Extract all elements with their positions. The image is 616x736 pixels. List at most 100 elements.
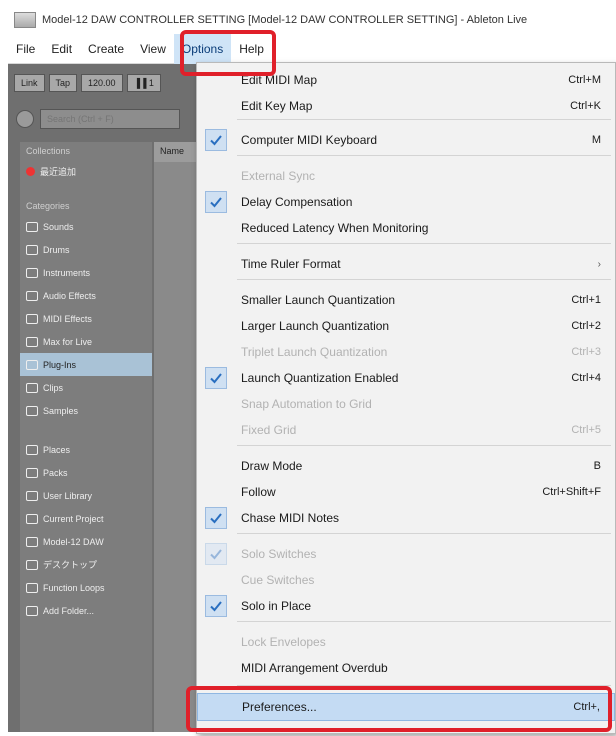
menu-item-solo-switches: Solo Switches [197, 541, 615, 567]
menu-item-label: Draw Mode [241, 459, 303, 473]
menu-item-edit-key-map[interactable]: Edit Key Map Ctrl+K [197, 93, 615, 119]
place-current-project[interactable]: Current Project [20, 507, 152, 530]
menu-item-delay-compensation[interactable]: Delay Compensation [197, 189, 615, 215]
place-desktop[interactable]: デスクトップ [20, 553, 152, 576]
tap-button[interactable]: Tap [48, 74, 78, 92]
user-icon [26, 490, 38, 501]
menu-separator [237, 621, 611, 622]
category-sounds[interactable]: Sounds [20, 215, 152, 238]
search-row [8, 106, 198, 132]
menu-separator [237, 279, 611, 280]
menu-item-shortcut: Ctrl+5 [571, 424, 601, 436]
menu-item-launch-quantization-enabled[interactable]: Launch Quantization Enabled Ctrl+4 [197, 365, 615, 391]
menu-create[interactable]: Create [80, 34, 132, 64]
menu-item-smaller-launch-quantization[interactable]: Smaller Launch Quantization Ctrl+1 [197, 287, 615, 313]
menu-item-midi-arrangement-overdub[interactable]: MIDI Arrangement Overdub [197, 655, 615, 681]
menu-item-draw-mode[interactable]: Draw Mode B [197, 453, 615, 479]
menu-item-shortcut: Ctrl+K [570, 100, 601, 112]
app-icon [14, 12, 36, 28]
menu-item-label: Edit Key Map [241, 99, 313, 113]
place-label: Current Project [43, 513, 104, 524]
places-heading: Places [20, 438, 152, 461]
menu-item-label: Fixed Grid [241, 423, 297, 437]
place-function-loops[interactable]: Function Loops [20, 576, 152, 599]
note-icon [26, 221, 38, 232]
menu-edit[interactable]: Edit [43, 34, 80, 64]
menu-separator [237, 243, 611, 244]
menu-item-label: Snap Automation to Grid [241, 397, 372, 411]
menu-item-external-sync: External Sync [197, 163, 615, 189]
menu-view[interactable]: View [132, 34, 174, 64]
category-label: Drums [43, 244, 70, 255]
category-clips[interactable]: Clips [20, 376, 152, 399]
menu-file[interactable]: File [8, 34, 43, 64]
category-drums[interactable]: Drums [20, 238, 152, 261]
meter-field[interactable]: ▐▐ 1 [126, 74, 161, 92]
menu-item-shortcut: Ctrl+3 [571, 346, 601, 358]
menu-item-computer-midi-keyboard[interactable]: Computer MIDI Keyboard M [197, 127, 615, 153]
transport-toolbar: Link Tap 120.00 ▐▐ 1 [8, 68, 161, 98]
menu-item-solo-in-place[interactable]: Solo in Place [197, 593, 615, 619]
place-packs[interactable]: Packs [20, 461, 152, 484]
browser-toggle-button[interactable] [16, 110, 34, 128]
category-label: Audio Effects [43, 290, 96, 301]
category-max-for-live[interactable]: Max for Live [20, 330, 152, 353]
category-label: MIDI Effects [43, 313, 92, 324]
folder-icon [26, 536, 38, 547]
max-icon [26, 336, 38, 347]
menu-item-follow[interactable]: Follow Ctrl+Shift+F [197, 479, 615, 505]
menu-item-shortcut: Ctrl+M [568, 74, 601, 86]
menu-item-shortcut: B [593, 460, 601, 472]
tempo-field[interactable]: 120.00 [81, 74, 123, 92]
menu-item-larger-launch-quantization[interactable]: Larger Launch Quantization Ctrl+2 [197, 313, 615, 339]
browser-sidebar: Collections 最近追加 Categories Sounds Drums… [20, 142, 152, 732]
places-icon [26, 444, 38, 455]
place-add-folder[interactable]: Add Folder... [20, 599, 152, 622]
preferences-highlight-box [186, 686, 612, 732]
place-model-12[interactable]: Model-12 DAW [20, 530, 152, 553]
menu-item-time-ruler-format[interactable]: Time Ruler Format › [197, 251, 615, 277]
package-icon [26, 467, 38, 478]
category-instruments[interactable]: Instruments [20, 261, 152, 284]
menu-separator [237, 155, 611, 156]
menu-item-fixed-grid: Fixed Grid Ctrl+5 [197, 417, 615, 443]
menu-item-chase-midi-notes[interactable]: Chase MIDI Notes [197, 505, 615, 531]
title-bar: Model-12 DAW CONTROLLER SETTING [Model-1… [8, 6, 616, 34]
category-midi-effects[interactable]: MIDI Effects [20, 307, 152, 330]
category-plug-ins[interactable]: Plug-Ins [20, 353, 152, 376]
menu-item-label: External Sync [241, 169, 316, 183]
options-dropdown-menu: Edit MIDI Map Ctrl+M Edit Key Map Ctrl+K Com… [196, 62, 616, 734]
menu-item-label: Lock Envelopes [241, 635, 326, 649]
menu-item-label: Larger Launch Quantization [241, 319, 390, 333]
folder-icon [26, 513, 38, 524]
menu-bar: File Edit Create View Options Help [8, 33, 616, 64]
menu-item-label: Smaller Launch Quantization [241, 293, 396, 307]
browser-search-input[interactable] [40, 109, 180, 129]
places-heading-label: Places [43, 444, 71, 455]
menu-item-shortcut: Ctrl+Shift+F [542, 486, 601, 498]
category-label: Clips [43, 382, 64, 393]
place-label: Packs [43, 467, 68, 478]
folder-icon [26, 559, 38, 570]
menu-item-label: Time Ruler Format [241, 257, 341, 271]
menu-item-reduced-latency-when-monitoring[interactable]: Reduced Latency When Monitoring [197, 215, 615, 241]
menu-item-shortcut: Ctrl+4 [571, 372, 601, 384]
place-label: デスクトップ [43, 560, 98, 570]
link-button[interactable]: Link [14, 74, 45, 92]
folder-icon [26, 582, 38, 593]
options-highlight-box [180, 30, 276, 76]
category-label: Instruments [43, 267, 91, 278]
midi-icon [26, 313, 38, 324]
category-label: Plug-Ins [43, 359, 77, 370]
place-label: Add Folder... [43, 605, 95, 616]
menu-item-label: Computer MIDI Keyboard [241, 133, 378, 147]
grid-icon [26, 244, 38, 255]
category-audio-effects[interactable]: Audio Effects [20, 284, 152, 307]
menu-item-label: Chase MIDI Notes [241, 511, 340, 525]
category-samples[interactable]: Samples [20, 399, 152, 422]
place-user-library[interactable]: User Library [20, 484, 152, 507]
add-folder-icon [26, 605, 38, 616]
collection-item[interactable]: 最近追加 [20, 160, 152, 183]
effects-icon [26, 290, 38, 301]
checkmark-icon [205, 129, 227, 151]
